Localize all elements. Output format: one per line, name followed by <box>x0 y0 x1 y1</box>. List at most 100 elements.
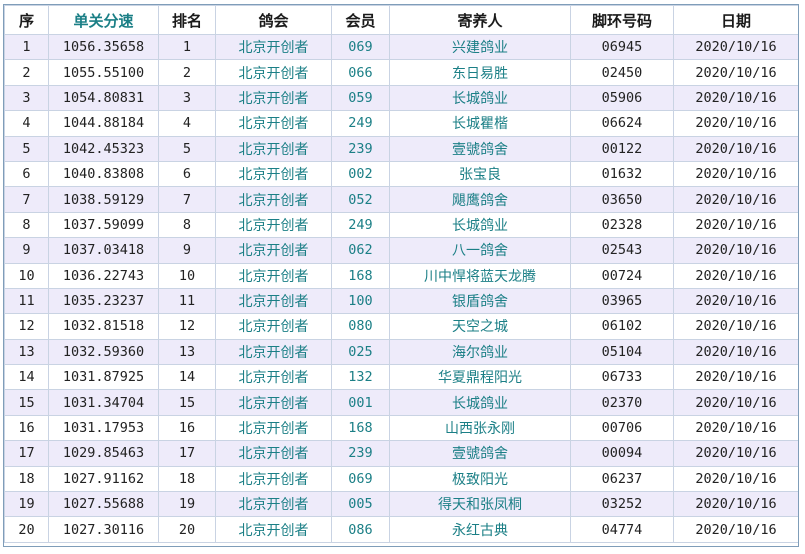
table-row[interactable]: 18 1027.91162 18 北京开创者 069 极致阳光 06237 2020/10/1… <box>4 465 798 493</box>
cell-date: 2020/10/16 <box>673 491 798 518</box>
cell-date: 2020/10/16 <box>673 465 798 493</box>
cell-date: 2020/10/16 <box>673 186 798 213</box>
cell-club: 北京开创者 <box>215 313 332 340</box>
table-row[interactable]: 8 1037.59099 8 北京开创者 249 长城鸽业 02328 2020/10/16 <box>4 211 798 239</box>
header-rank[interactable]: 排名 <box>158 5 216 35</box>
cell-speed: 1032.81518 <box>48 313 159 340</box>
cell-speed: 1036.22743 <box>48 262 159 289</box>
table-row[interactable]: 10 1036.22743 10 北京开创者 168 川中悍将蓝天龙腾 00724 2020/… <box>4 262 798 289</box>
cell-ring: 06624 <box>570 110 674 137</box>
header-speed[interactable]: 单关分速 <box>48 5 159 35</box>
table-row[interactable]: 1 1056.35658 1 北京开创者 069 兴建鸽业 06945 2020/10/16 <box>4 33 798 61</box>
table-row[interactable]: 19 1027.55688 19 北京开创者 005 得天和张凤桐 03252 2020/10… <box>4 491 798 518</box>
cell-index: 11 <box>4 287 49 315</box>
header-club[interactable]: 鸽会 <box>215 5 332 35</box>
cell-index: 6 <box>4 160 49 188</box>
table-row[interactable]: 14 1031.87925 14 北京开创者 132 华夏鼎程阳光 06733 2020/10… <box>4 364 798 391</box>
cell-speed: 1040.83808 <box>48 160 159 188</box>
cell-member: 249 <box>331 110 390 137</box>
cell-speed: 1054.80831 <box>48 84 159 112</box>
table-row[interactable]: 3 1054.80831 3 北京开创者 059 长城鸽业 05906 2020/10/16 <box>4 84 798 112</box>
cell-member: 002 <box>331 160 390 188</box>
table-row[interactable]: 17 1029.85463 17 北京开创者 239 壹號鸽舍 00094 2020/10/1… <box>4 440 798 467</box>
cell-ring: 02450 <box>570 59 674 86</box>
cell-ring: 01632 <box>570 160 674 188</box>
cell-index: 19 <box>4 491 49 518</box>
cell-date: 2020/10/16 <box>673 338 798 366</box>
cell-member: 025 <box>331 338 390 366</box>
cell-owner: 银盾鸽舍 <box>389 287 571 315</box>
header-date[interactable]: 日期 <box>673 5 798 35</box>
cell-index: 5 <box>4 135 49 162</box>
header-owner[interactable]: 寄养人 <box>389 5 571 35</box>
cell-club: 北京开创者 <box>215 465 332 493</box>
cell-speed: 1044.88184 <box>48 110 159 137</box>
cell-owner: 飓鹰鸽舍 <box>389 186 571 213</box>
cell-date: 2020/10/16 <box>673 516 798 543</box>
table-row[interactable]: 2 1055.55100 2 北京开创者 066 东日易胜 02450 2020/10/16 <box>4 59 798 86</box>
cell-ring: 02543 <box>570 237 674 264</box>
cell-owner: 张宝良 <box>389 160 571 188</box>
table-row[interactable]: 4 1044.88184 4 北京开创者 249 长城瞿楷 06624 2020/10/16 <box>4 110 798 137</box>
table-row[interactable]: 15 1031.34704 15 北京开创者 001 长城鸽业 02370 2020/10/1… <box>4 389 798 416</box>
cell-owner: 得天和张凤桐 <box>389 491 571 518</box>
cell-owner: 长城瞿楷 <box>389 110 571 137</box>
cell-date: 2020/10/16 <box>673 237 798 264</box>
cell-owner: 长城鸽业 <box>389 84 571 112</box>
cell-rank: 3 <box>158 84 216 112</box>
cell-index: 10 <box>4 262 49 289</box>
cell-member: 239 <box>331 135 390 162</box>
table-header-row: 序 单关分速 排名 鸽会 会员 寄养人 脚环号码 日期 <box>4 5 798 35</box>
header-ring[interactable]: 脚环号码 <box>570 5 674 35</box>
cell-index: 7 <box>4 186 49 213</box>
cell-index: 20 <box>4 516 49 543</box>
cell-rank: 7 <box>158 186 216 213</box>
cell-owner: 山西张永刚 <box>389 414 571 442</box>
table-body: 1 1056.35658 1 北京开创者 069 兴建鸽业 06945 2020/10/16 2… <box>4 33 798 543</box>
cell-date: 2020/10/16 <box>673 313 798 340</box>
cell-rank: 17 <box>158 440 216 467</box>
cell-owner: 川中悍将蓝天龙腾 <box>389 262 571 289</box>
cell-rank: 16 <box>158 414 216 442</box>
table-row[interactable]: 5 1042.45323 5 北京开创者 239 壹號鸽舍 00122 2020/10/16 <box>4 135 798 162</box>
cell-rank: 10 <box>158 262 216 289</box>
cell-club: 北京开创者 <box>215 440 332 467</box>
table-row[interactable]: 20 1027.30116 20 北京开创者 086 永红古典 04774 2020/10/1… <box>4 516 798 543</box>
cell-club: 北京开创者 <box>215 211 332 239</box>
cell-ring: 02370 <box>570 389 674 416</box>
cell-member: 052 <box>331 186 390 213</box>
cell-date: 2020/10/16 <box>673 110 798 137</box>
cell-owner: 极致阳光 <box>389 465 571 493</box>
table-row[interactable]: 7 1038.59129 7 北京开创者 052 飓鹰鸽舍 03650 2020/10/16 <box>4 186 798 213</box>
cell-ring: 03650 <box>570 186 674 213</box>
table-row[interactable]: 9 1037.03418 9 北京开创者 062 八一鸽舍 02543 2020/10/16 <box>4 237 798 264</box>
cell-ring: 06733 <box>570 364 674 391</box>
cell-index: 4 <box>4 110 49 137</box>
cell-owner: 天空之城 <box>389 313 571 340</box>
cell-club: 北京开创者 <box>215 186 332 213</box>
cell-club: 北京开创者 <box>215 110 332 137</box>
cell-speed: 1056.35658 <box>48 33 159 61</box>
table-row[interactable]: 12 1032.81518 12 北京开创者 080 天空之城 06102 2020/10/1… <box>4 313 798 340</box>
cell-speed: 1042.45323 <box>48 135 159 162</box>
table-row[interactable]: 6 1040.83808 6 北京开创者 002 张宝良 01632 2020/10/16 <box>4 160 798 188</box>
cell-member: 168 <box>331 262 390 289</box>
cell-ring: 00706 <box>570 414 674 442</box>
table-row[interactable]: 11 1035.23237 11 北京开创者 100 银盾鸽舍 03965 2020/10/1… <box>4 287 798 315</box>
cell-speed: 1031.34704 <box>48 389 159 416</box>
race-results-table: 序 单关分速 排名 鸽会 会员 寄养人 脚环号码 日期 1 1056.35658 1… <box>4 5 798 543</box>
cell-rank: 5 <box>158 135 216 162</box>
cell-rank: 18 <box>158 465 216 493</box>
table-row[interactable]: 13 1032.59360 13 北京开创者 025 海尔鸽业 05104 2020/10/1… <box>4 338 798 366</box>
header-index[interactable]: 序 <box>4 5 49 35</box>
cell-club: 北京开创者 <box>215 262 332 289</box>
table-row[interactable]: 16 1031.17953 16 北京开创者 168 山西张永刚 00706 2020/10/… <box>4 414 798 442</box>
cell-speed: 1027.91162 <box>48 465 159 493</box>
cell-ring: 06102 <box>570 313 674 340</box>
header-member[interactable]: 会员 <box>331 5 390 35</box>
cell-speed: 1055.55100 <box>48 59 159 86</box>
cell-club: 北京开创者 <box>215 237 332 264</box>
cell-owner: 长城鸽业 <box>389 389 571 416</box>
cell-rank: 20 <box>158 516 216 543</box>
cell-club: 北京开创者 <box>215 59 332 86</box>
